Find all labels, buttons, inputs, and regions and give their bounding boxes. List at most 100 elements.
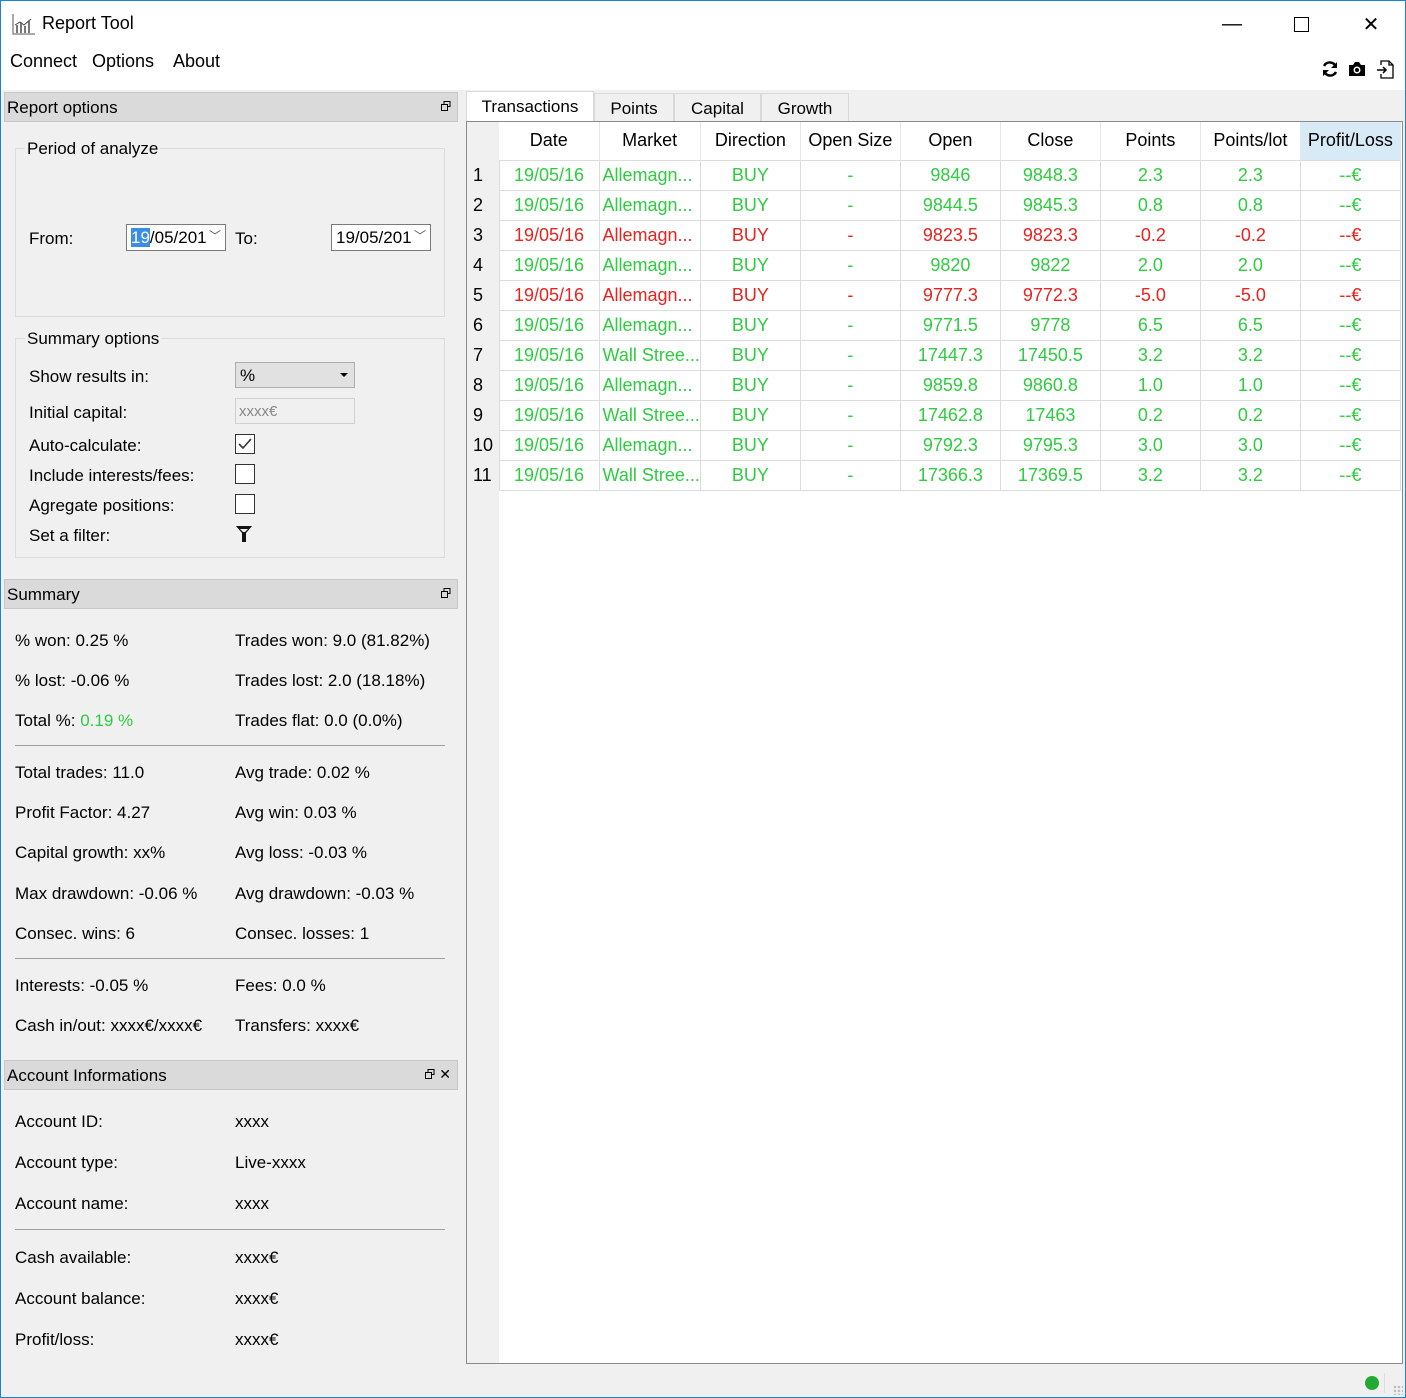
column-header-direction[interactable]: Direction bbox=[700, 122, 801, 160]
cell-open[interactable]: 9777.3 bbox=[899, 279, 1001, 311]
cell-close[interactable]: 17450.5 bbox=[999, 339, 1101, 371]
cell-close[interactable]: 9823.3 bbox=[999, 219, 1101, 251]
float-icon[interactable] bbox=[425, 1069, 435, 1079]
table-row[interactable]: 9 19/05/16 Wall Stree... BUY -17462.8 17463 0.… bbox=[467, 399, 1401, 431]
cell-points-lot[interactable]: 0.2 bbox=[1199, 399, 1301, 431]
cell-date[interactable]: 19/05/16 bbox=[498, 369, 600, 401]
column-header-date[interactable]: Date bbox=[499, 122, 600, 160]
cell-profit-loss[interactable]: --€ bbox=[1299, 309, 1401, 341]
cell-profit-loss[interactable]: --€ bbox=[1299, 369, 1401, 401]
cell-profit-loss[interactable]: --€ bbox=[1299, 159, 1401, 191]
cell-open[interactable]: 9820 bbox=[899, 249, 1001, 281]
cell-points[interactable]: 1.0 bbox=[1099, 369, 1201, 401]
cell-close[interactable]: 9845.3 bbox=[999, 189, 1101, 221]
cell-open-size[interactable]: - bbox=[799, 219, 901, 251]
table-row[interactable]: 6 19/05/16 Allemagn... BUY -9771.5 9778 6.5 6.5… bbox=[467, 309, 1401, 341]
close-icon[interactable]: ✕ bbox=[439, 1066, 451, 1083]
to-date-input[interactable]: 19/05/201 ﹀ bbox=[331, 224, 431, 251]
column-header-close[interactable]: Close bbox=[1000, 122, 1101, 160]
cell-open[interactable]: 9844.5 bbox=[899, 189, 1001, 221]
cell-close[interactable]: 9860.8 bbox=[999, 369, 1101, 401]
cell-direction[interactable]: BUY bbox=[699, 249, 801, 281]
row-number[interactable]: 11 bbox=[467, 460, 499, 490]
menu-options[interactable]: Options bbox=[92, 51, 154, 72]
tab-capital[interactable]: Capital bbox=[674, 93, 761, 122]
cell-direction[interactable]: BUY bbox=[699, 339, 801, 371]
cell-open[interactable]: 9823.5 bbox=[899, 219, 1001, 251]
cell-market[interactable]: Allemagn... bbox=[598, 159, 701, 191]
cell-profit-loss[interactable]: --€ bbox=[1299, 219, 1401, 251]
row-number[interactable]: 10 bbox=[467, 430, 499, 460]
cell-open-size[interactable]: - bbox=[799, 279, 901, 311]
filter-icon[interactable] bbox=[236, 525, 252, 543]
column-header-points-lot[interactable]: Points/lot bbox=[1200, 122, 1301, 160]
cell-open-size[interactable]: - bbox=[799, 369, 901, 401]
cell-close[interactable]: 9778 bbox=[999, 309, 1101, 341]
cell-market[interactable]: Allemagn... bbox=[598, 279, 701, 311]
cell-open[interactable]: 17462.8 bbox=[899, 399, 1001, 431]
cell-direction[interactable]: BUY bbox=[699, 219, 801, 251]
table-row[interactable]: 3 19/05/16 Allemagn... BUY -9823.5 9823.3 -0.2… bbox=[467, 219, 1401, 251]
cell-open-size[interactable]: - bbox=[799, 399, 901, 431]
tab-points[interactable]: Points bbox=[594, 93, 674, 122]
cell-direction[interactable]: BUY bbox=[699, 159, 801, 191]
table-row[interactable]: 1 19/05/16 Allemagn... BUY -9846 9848.3 2.3 2.3… bbox=[467, 159, 1401, 191]
cell-points-lot[interactable]: 3.2 bbox=[1199, 339, 1301, 371]
close-button[interactable]: ✕ bbox=[1348, 7, 1394, 41]
cell-direction[interactable]: BUY bbox=[699, 429, 801, 461]
cell-points[interactable]: 3.2 bbox=[1099, 459, 1201, 491]
cell-points[interactable]: 3.0 bbox=[1099, 429, 1201, 461]
refresh-icon[interactable] bbox=[1319, 59, 1341, 79]
cell-profit-loss[interactable]: --€ bbox=[1299, 399, 1401, 431]
cell-profit-loss[interactable]: --€ bbox=[1299, 429, 1401, 461]
float-icon[interactable] bbox=[441, 588, 451, 598]
cell-profit-loss[interactable]: --€ bbox=[1299, 459, 1401, 491]
cell-direction[interactable]: BUY bbox=[699, 279, 801, 311]
initial-capital-input[interactable]: xxxx€ bbox=[235, 398, 355, 424]
table-row[interactable]: 5 19/05/16 Allemagn... BUY -9777.3 9772.3 -5.0… bbox=[467, 279, 1401, 311]
cell-close[interactable]: 9795.3 bbox=[999, 429, 1101, 461]
cell-open[interactable]: 9859.8 bbox=[899, 369, 1001, 401]
cell-points-lot[interactable]: -5.0 bbox=[1199, 279, 1301, 311]
cell-open-size[interactable]: - bbox=[799, 309, 901, 341]
cell-points[interactable]: 0.8 bbox=[1099, 189, 1201, 221]
cell-date[interactable]: 19/05/16 bbox=[498, 189, 600, 221]
cell-points-lot[interactable]: 6.5 bbox=[1199, 309, 1301, 341]
cell-date[interactable]: 19/05/16 bbox=[498, 219, 600, 251]
cell-open[interactable]: 17366.3 bbox=[899, 459, 1001, 491]
cell-profit-loss[interactable]: --€ bbox=[1299, 189, 1401, 221]
table-row[interactable]: 8 19/05/16 Allemagn... BUY -9859.8 9860.8 1.0 1… bbox=[467, 369, 1401, 401]
show-results-select[interactable]: % bbox=[235, 362, 355, 388]
table-row[interactable]: 11 19/05/16 Wall Stree... BUY -17366.3 17369.… bbox=[467, 459, 1401, 491]
cell-market[interactable]: Allemagn... bbox=[598, 189, 701, 221]
cell-date[interactable]: 19/05/16 bbox=[498, 459, 600, 491]
cell-direction[interactable]: BUY bbox=[699, 189, 801, 221]
resize-grip[interactable] bbox=[1393, 1385, 1403, 1395]
cell-direction[interactable]: BUY bbox=[699, 309, 801, 341]
cell-close[interactable]: 9822 bbox=[999, 249, 1101, 281]
menu-about[interactable]: About bbox=[173, 51, 220, 72]
cell-date[interactable]: 19/05/16 bbox=[498, 249, 600, 281]
menu-connect[interactable]: Connect bbox=[10, 51, 77, 72]
cell-points[interactable]: -0.2 bbox=[1099, 219, 1201, 251]
row-number[interactable]: 5 bbox=[467, 280, 499, 310]
row-number[interactable]: 2 bbox=[467, 190, 499, 220]
cell-profit-loss[interactable]: --€ bbox=[1299, 279, 1401, 311]
cell-points-lot[interactable]: 2.0 bbox=[1199, 249, 1301, 281]
cell-close[interactable]: 9772.3 bbox=[999, 279, 1101, 311]
cell-date[interactable]: 19/05/16 bbox=[498, 279, 600, 311]
cell-date[interactable]: 19/05/16 bbox=[498, 339, 600, 371]
table-row[interactable]: 4 19/05/16 Allemagn... BUY -9820 9822 2.0 2.0 --… bbox=[467, 249, 1401, 281]
aggregate-checkbox[interactable] bbox=[235, 494, 255, 514]
cell-points-lot[interactable]: 1.0 bbox=[1199, 369, 1301, 401]
from-date-input[interactable]: 19/05/201 ﹀ bbox=[126, 224, 226, 251]
chevron-down-icon[interactable]: ﹀ bbox=[414, 227, 426, 244]
export-icon[interactable] bbox=[1374, 59, 1396, 79]
cell-open[interactable]: 17447.3 bbox=[899, 339, 1001, 371]
cell-market[interactable]: Wall Stree... bbox=[598, 339, 701, 371]
cell-date[interactable]: 19/05/16 bbox=[498, 159, 600, 191]
cell-close[interactable]: 17463 bbox=[999, 399, 1101, 431]
include-fees-checkbox[interactable] bbox=[235, 464, 255, 484]
cell-points[interactable]: 3.2 bbox=[1099, 339, 1201, 371]
cell-points[interactable]: -5.0 bbox=[1099, 279, 1201, 311]
